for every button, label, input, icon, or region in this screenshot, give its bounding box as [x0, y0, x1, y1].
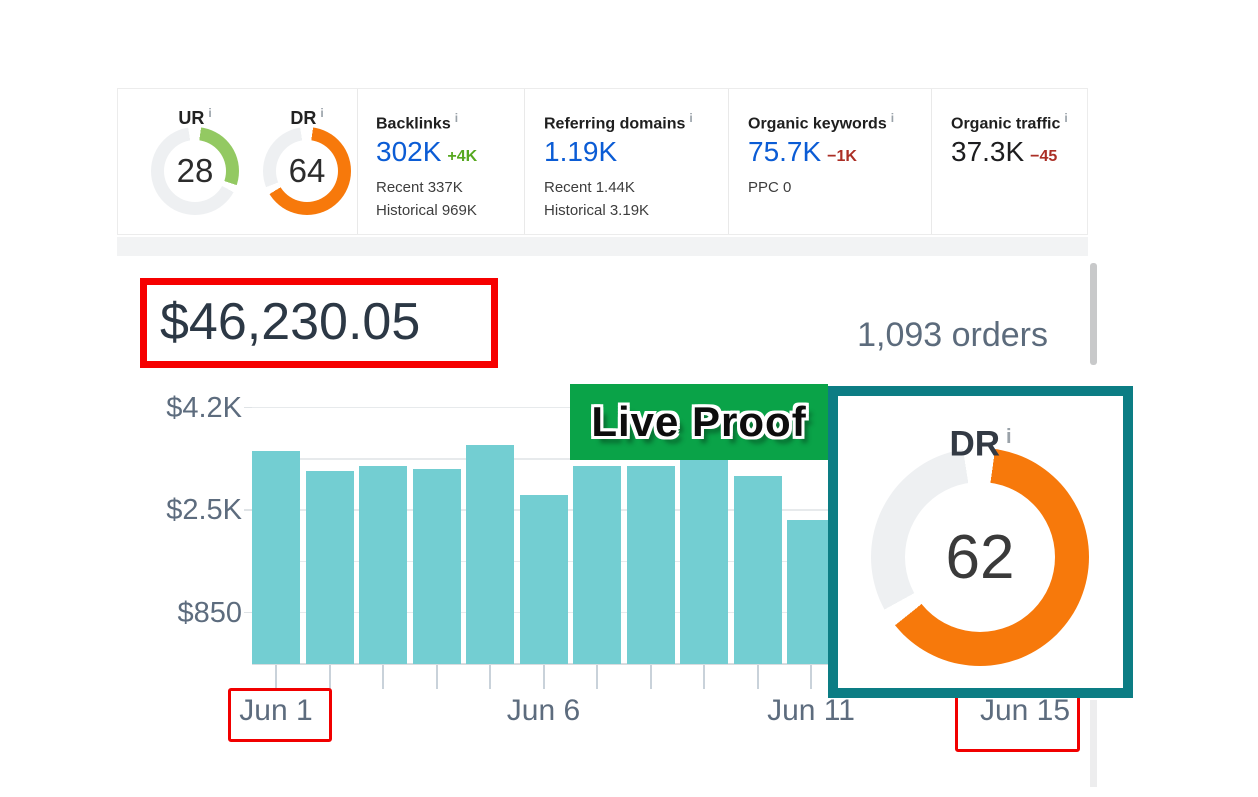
- bar: [413, 469, 461, 664]
- x-tick: [329, 664, 331, 689]
- scrollbar-thumb[interactable]: [1090, 263, 1097, 365]
- y-axis-label: $850: [130, 596, 242, 630]
- x-tick: [382, 664, 384, 689]
- jun1-highlight-box: [228, 688, 332, 742]
- live-proof-text: Live Proof: [591, 398, 806, 446]
- bar: [252, 451, 300, 664]
- scrollbar-track[interactable]: [1090, 700, 1097, 787]
- x-tick: [703, 664, 705, 689]
- x-tick: [596, 664, 598, 689]
- dr-badge-value: 62: [871, 448, 1089, 666]
- y-axis-label: $4.2K: [130, 391, 242, 425]
- dr-badge-label-text: DR: [949, 425, 1000, 464]
- revenue-highlight-box: $46,230.05: [140, 278, 498, 368]
- y-tick: [244, 407, 252, 409]
- live-proof-banner: Live Proof: [570, 384, 828, 460]
- bar: [306, 471, 354, 664]
- total-revenue: $46,230.05: [147, 285, 491, 359]
- y-axis-label: $2.5K: [130, 493, 242, 527]
- bar: [359, 466, 407, 664]
- info-icon[interactable]: [1000, 425, 1012, 464]
- bar: [734, 476, 782, 664]
- x-tick: [650, 664, 652, 689]
- dr-badge-donut-chart: 62: [871, 448, 1089, 666]
- x-tick: [436, 664, 438, 689]
- y-tick: [244, 509, 252, 511]
- x-tick: [489, 664, 491, 689]
- bar: [627, 466, 675, 664]
- bar: [466, 445, 514, 664]
- x-tick: [275, 664, 277, 689]
- x-tick: [757, 664, 759, 689]
- bar: [680, 453, 728, 664]
- x-axis-label: Jun 11: [736, 694, 886, 728]
- bar: [573, 466, 621, 664]
- dr-badge-label: DR: [838, 416, 1123, 458]
- bar: [520, 495, 568, 664]
- x-tick: [543, 664, 545, 689]
- x-axis-label: Jun 6: [469, 694, 619, 728]
- y-tick: [244, 612, 252, 614]
- screenshot-stage: UR 28 DR 64 Backlinks 302K+4K Recent 337…: [0, 0, 1258, 797]
- x-tick: [810, 664, 812, 689]
- dr-badge-box: DR 62: [828, 386, 1133, 698]
